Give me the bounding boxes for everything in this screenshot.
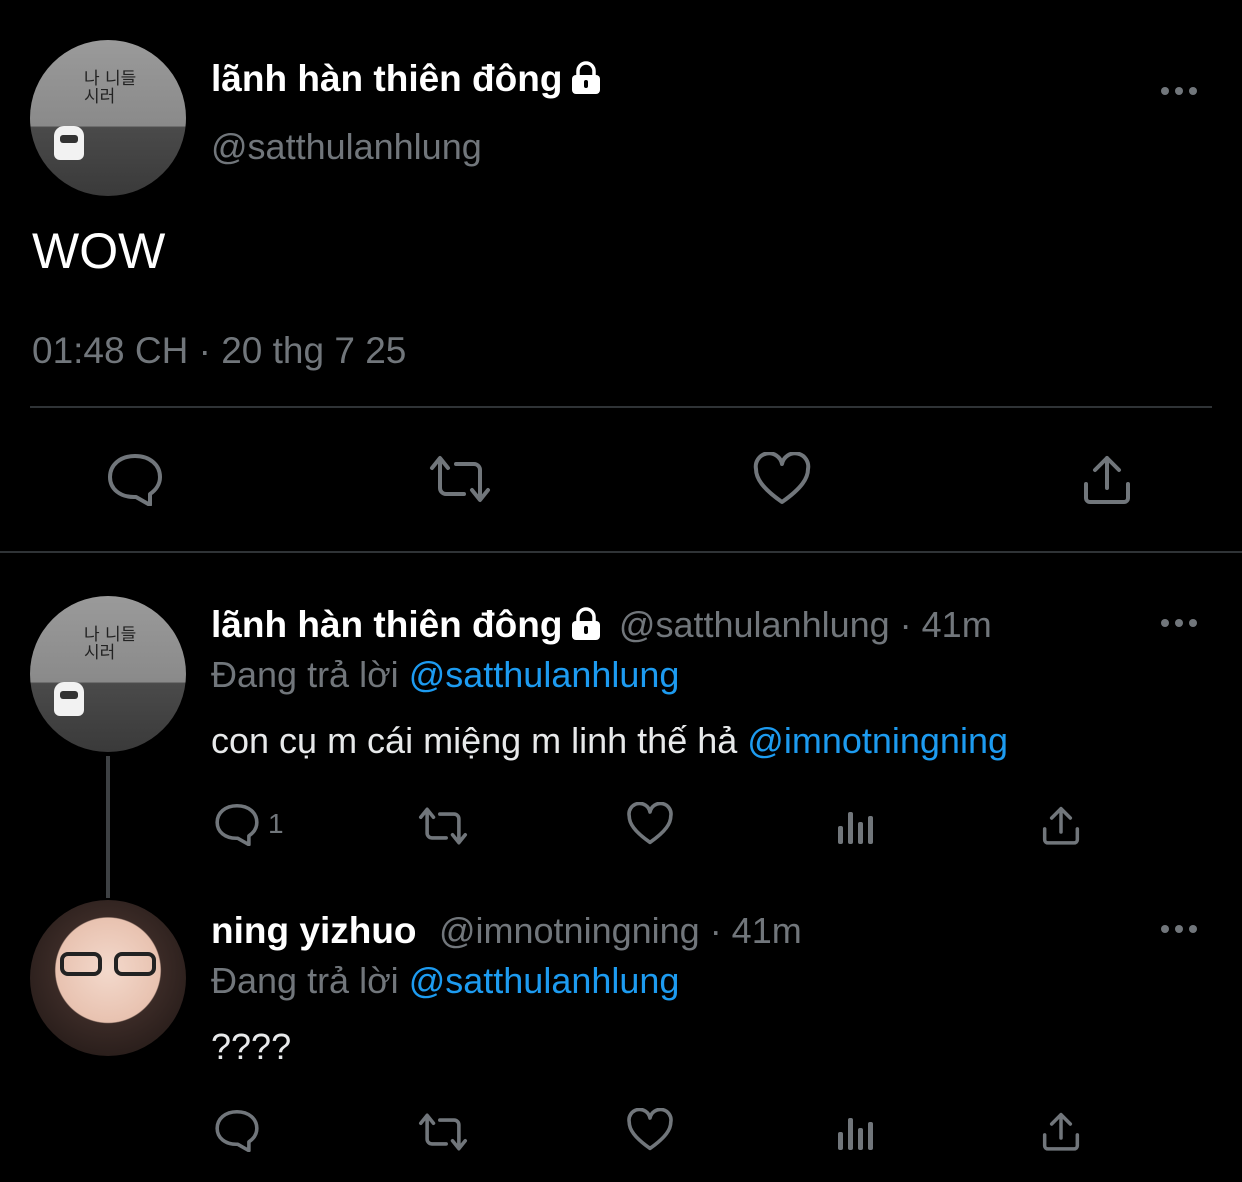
tweet-text: WOW — [32, 223, 166, 279]
thread-line — [106, 756, 110, 898]
share-icon — [1040, 804, 1082, 846]
reply-handle-time[interactable]: @imnotningning · 41m — [439, 910, 802, 951]
replying-to: Đang trả lời @satthulanhlung — [211, 654, 679, 696]
reply-author-avatar[interactable]: 나 니들 시러 — [30, 596, 186, 752]
avatar-graffiti: 나 니들 시러 — [84, 625, 137, 663]
reply-icon — [106, 452, 164, 506]
reply-button[interactable] — [214, 1108, 260, 1152]
reply-header: ning yizhuo @imnotningning · 41m — [211, 910, 802, 952]
divider — [30, 406, 1212, 408]
analytics-icon — [836, 806, 876, 846]
retweet-button[interactable] — [416, 1112, 470, 1152]
author-display-name: lãnh hàn thiên đông — [211, 58, 563, 99]
avatar-sticker — [54, 126, 84, 160]
reply-display-name[interactable]: lãnh hàn thiên đông — [211, 604, 562, 645]
views-button[interactable] — [836, 806, 876, 846]
reply-text: con cụ m cái miệng m linh thế hả @imnotn… — [211, 720, 1008, 762]
reply-button[interactable]: 1 — [214, 802, 284, 846]
reply-header: lãnh hàn thiên đông @satthulanhlung · 41… — [211, 604, 992, 646]
lock-icon — [568, 61, 604, 104]
more-options-icon[interactable] — [1160, 616, 1200, 635]
avatar-glasses — [56, 952, 160, 978]
mention-link[interactable]: @imnotningning — [747, 720, 1008, 761]
replying-to: Đang trả lời @satthulanhlung — [211, 960, 679, 1002]
retweet-icon — [426, 454, 494, 504]
more-options-icon[interactable] — [1160, 922, 1200, 941]
author-handle[interactable]: @satthulanhlung — [211, 126, 482, 168]
heart-icon — [626, 802, 674, 846]
reply-display-name[interactable]: ning yizhuo — [211, 910, 417, 951]
retweet-icon — [416, 1112, 470, 1152]
like-button[interactable] — [752, 452, 812, 506]
share-button[interactable] — [1040, 1110, 1082, 1152]
like-button[interactable] — [626, 802, 674, 846]
reply-author-avatar[interactable] — [30, 900, 186, 1056]
retweet-icon — [416, 806, 470, 846]
replying-to-prefix: Đang trả lời — [211, 654, 399, 695]
reply-text: ???? — [211, 1026, 292, 1067]
replying-to-link[interactable]: @satthulanhlung — [409, 960, 680, 1001]
replying-to-prefix: Đang trả lời — [211, 960, 399, 1001]
replying-to-link[interactable]: @satthulanhlung — [409, 654, 680, 695]
share-button[interactable] — [1080, 452, 1134, 506]
tweet-timestamp[interactable]: 01:48 CH · 20 thg 7 25 — [32, 330, 406, 372]
lock-icon — [568, 607, 604, 646]
analytics-icon — [836, 1112, 876, 1152]
avatar-sticker — [54, 682, 84, 716]
heart-icon — [626, 1108, 674, 1152]
author-avatar[interactable]: 나 니들 시러 — [30, 40, 186, 196]
views-button[interactable] — [836, 1112, 876, 1152]
reply-handle-time[interactable]: @satthulanhlung · 41m — [619, 604, 992, 645]
share-icon — [1040, 1110, 1082, 1152]
share-button[interactable] — [1040, 804, 1082, 846]
reply-icon — [214, 1108, 260, 1152]
more-options-icon[interactable] — [1160, 84, 1200, 103]
share-icon — [1080, 452, 1134, 506]
avatar-graffiti: 나 니들 시러 — [84, 69, 137, 107]
retweet-button[interactable] — [416, 806, 470, 846]
reply-count: 1 — [268, 808, 284, 839]
author-name-row[interactable]: lãnh hàn thiên đông — [211, 58, 604, 104]
reply-body: con cụ m cái miệng m linh thế hả — [211, 720, 738, 761]
heart-icon — [752, 452, 812, 506]
retweet-button[interactable] — [426, 454, 494, 504]
like-button[interactable] — [626, 1108, 674, 1152]
reply-button[interactable] — [106, 452, 164, 506]
section-divider — [0, 551, 1242, 553]
reply-icon — [214, 802, 260, 846]
